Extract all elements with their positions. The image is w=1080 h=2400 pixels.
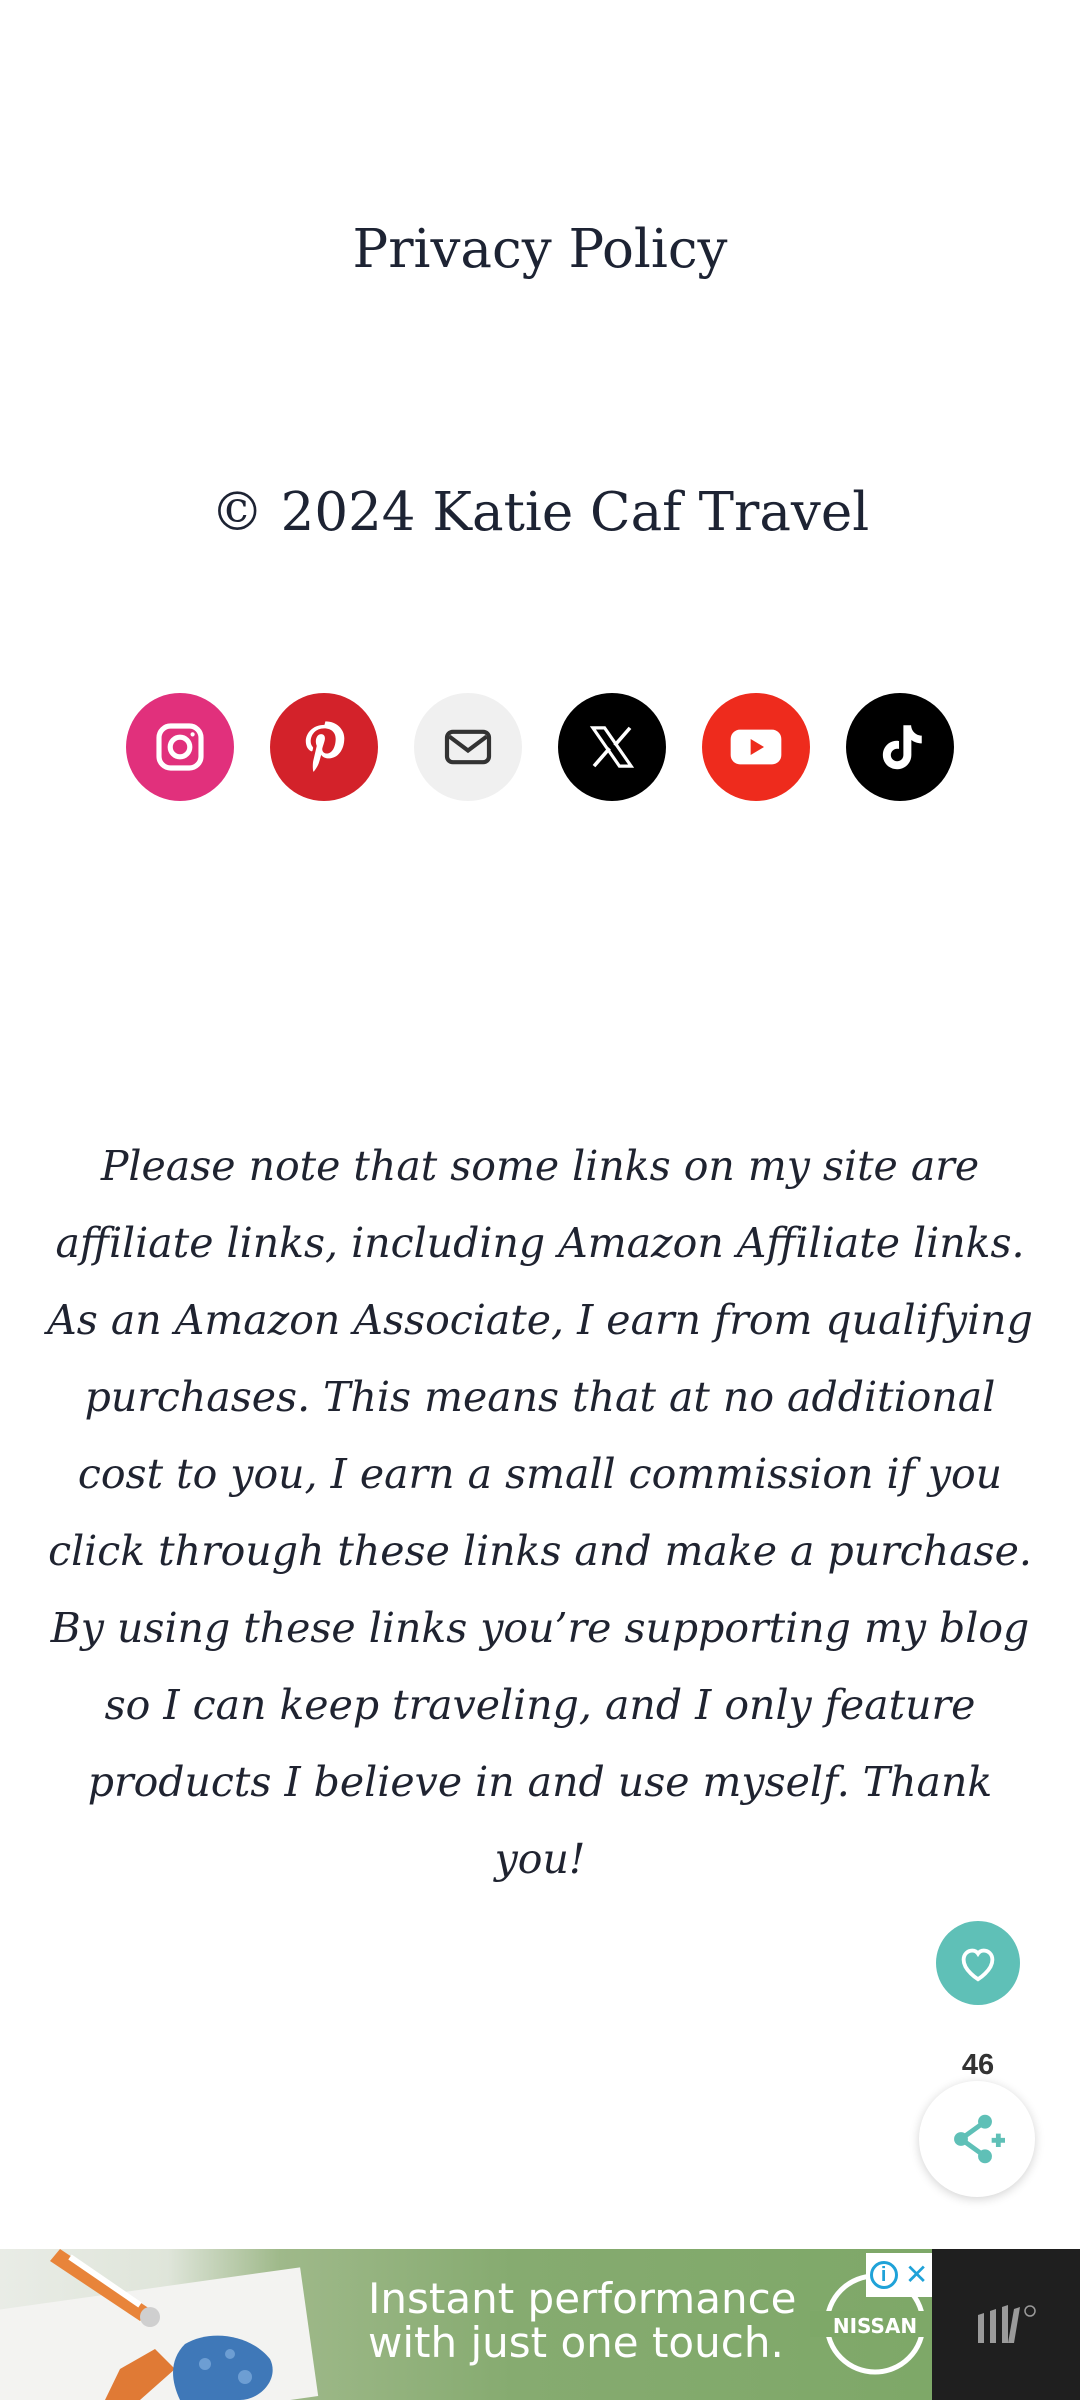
social-icons-row (0, 693, 1080, 801)
tiktok-icon (882, 725, 922, 770)
x-icon (589, 726, 635, 768)
pinterest-icon (305, 721, 345, 772)
share-button[interactable] (919, 2081, 1035, 2197)
info-icon[interactable]: i (869, 2261, 898, 2289)
share-icon (954, 2114, 1005, 2164)
mail-button[interactable] (414, 693, 522, 801)
affiliate-disclaimer: Please note that some links on my site a… (47, 1142, 1033, 1883)
mail-icon (444, 729, 492, 765)
ad-banner[interactable]: Instant performance with just one touch.… (0, 2249, 1080, 2400)
mediavine-logo-icon (978, 2304, 1036, 2343)
close-icon[interactable]: ✕ (905, 2261, 928, 2289)
x-button[interactable] (558, 693, 666, 801)
youtube-button[interactable] (702, 693, 810, 801)
tiktok-button[interactable] (846, 693, 954, 801)
favorite-button[interactable] (936, 1921, 1020, 2005)
ad-network-logo[interactable] (932, 2249, 1080, 2400)
youtube-icon (730, 729, 782, 765)
privacy-policy-link[interactable]: Privacy Policy (0, 215, 1080, 285)
nissan-logo-text: NISSAN (833, 2314, 917, 2338)
instagram-button[interactable] (126, 693, 234, 801)
car-key-image (0, 2249, 319, 2400)
heart-icon (961, 1948, 995, 1982)
pinterest-button[interactable] (270, 693, 378, 801)
copyright-text: © 2024 Katie Caf Travel (210, 482, 870, 543)
ad-info-button[interactable]: i ✕ (866, 2253, 932, 2297)
instagram-icon (156, 723, 204, 771)
ad-creative[interactable]: Instant performance with just one touch.… (0, 2249, 932, 2400)
